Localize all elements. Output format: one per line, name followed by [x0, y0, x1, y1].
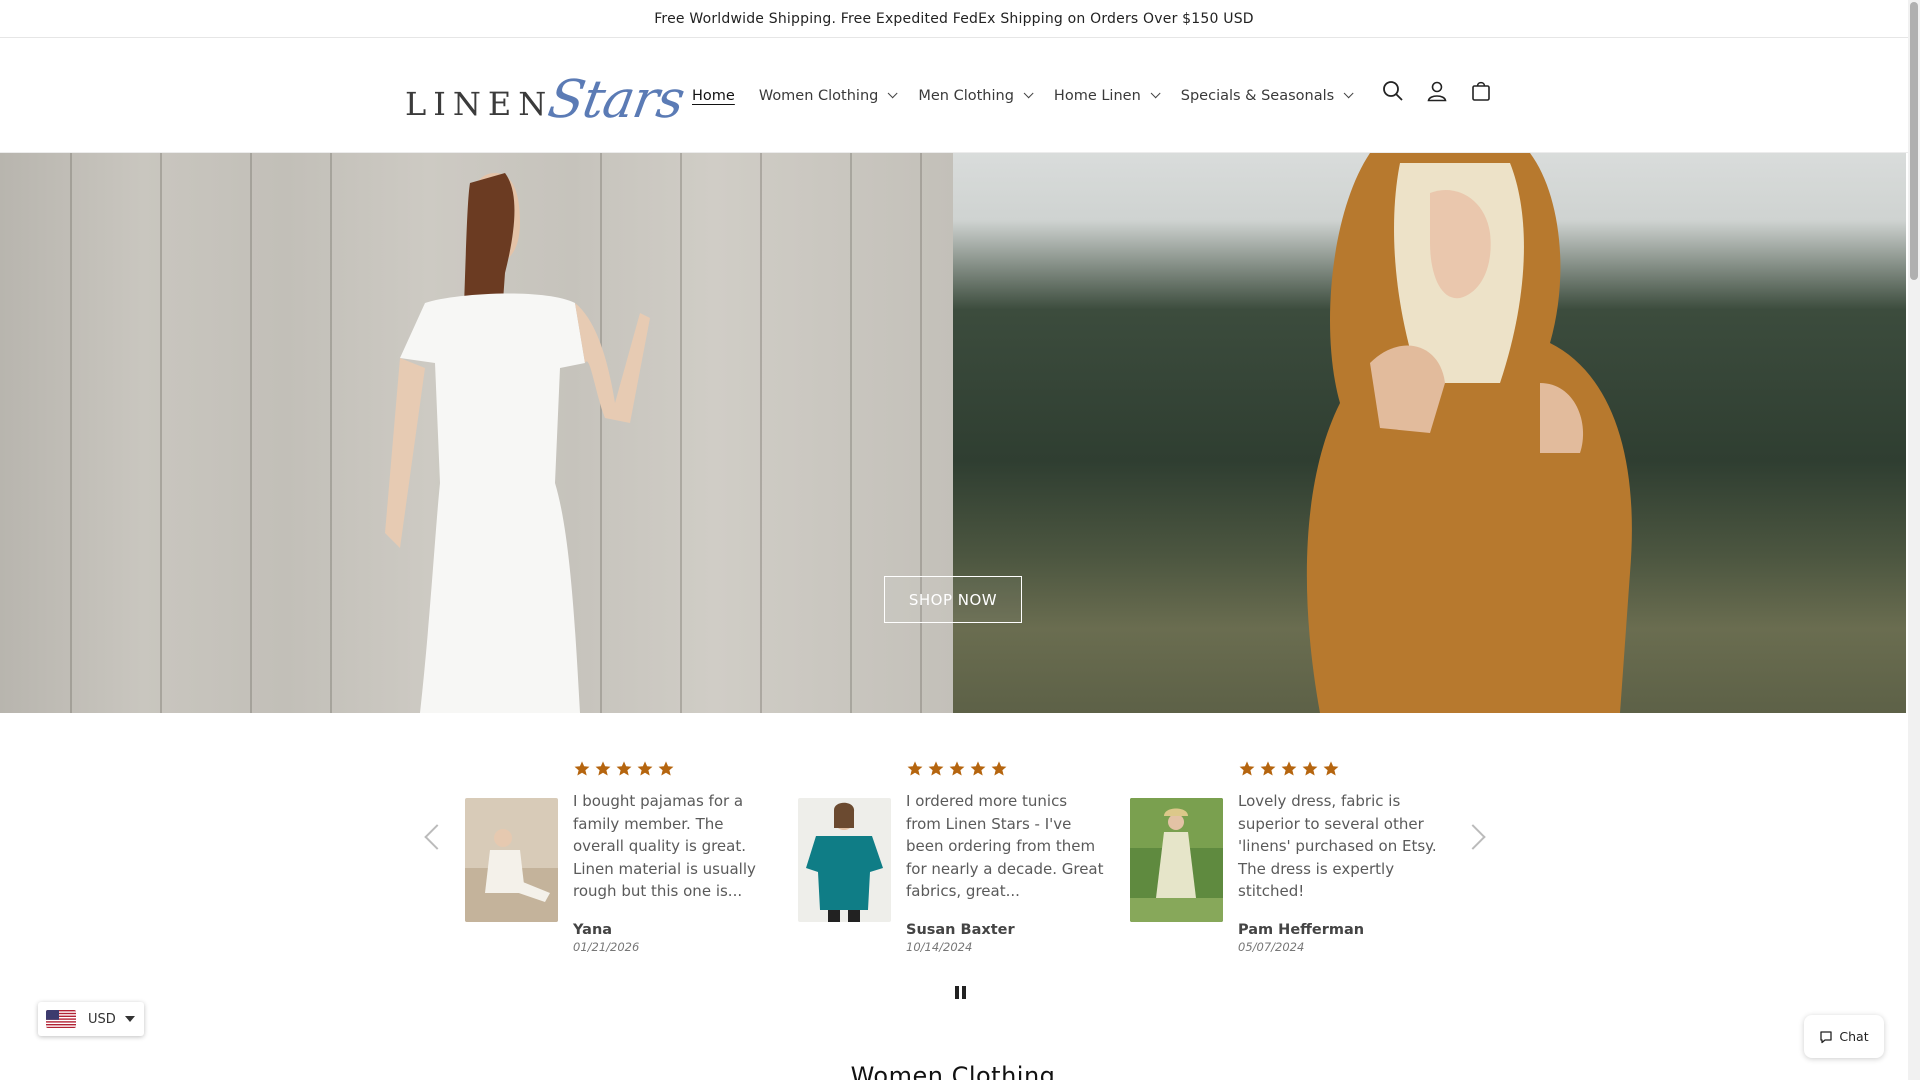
cart-icon[interactable]	[1468, 78, 1494, 104]
logo[interactable]: LINEN Stars	[405, 66, 689, 130]
page-scrollbar[interactable]	[1908, 0, 1920, 1080]
review-card: Lovely dress, fabric is superior to seve…	[1130, 760, 1450, 960]
star-icon	[637, 761, 653, 776]
star-icon	[616, 761, 632, 776]
announcement-text: Free Worldwide Shipping. Free Expedited …	[654, 10, 1254, 27]
carousel-pause-button[interactable]	[955, 986, 967, 1000]
pause-icon-bar	[962, 986, 966, 999]
model-hooded-top-figure	[1306, 153, 1632, 713]
nav-label: Specials & Seasonals	[1180, 87, 1335, 104]
review-card: I ordered more tunics from Linen Stars -…	[798, 760, 1118, 960]
chevron-down-icon	[1150, 88, 1161, 99]
search-icon[interactable]	[1380, 78, 1406, 104]
nav-label: Home Linen	[1053, 87, 1141, 104]
review-date: 10/14/2024	[906, 940, 973, 954]
us-flag-icon	[46, 1010, 76, 1028]
carousel-next-arrow[interactable]	[1460, 824, 1486, 850]
chat-button[interactable]: Chat	[1804, 1015, 1884, 1058]
shop-now-button[interactable]: SHOP NOW	[884, 576, 1022, 623]
star-icon	[658, 761, 674, 776]
star-icon	[1323, 761, 1339, 776]
star-icon	[907, 761, 923, 776]
section-title: Women Clothing	[850, 1062, 1056, 1080]
star-icon	[1260, 761, 1276, 776]
nav-item-home[interactable]: Home	[692, 88, 735, 104]
star-icon	[991, 761, 1007, 776]
chat-label: Chat	[1839, 1029, 1869, 1044]
rating-stars	[573, 760, 675, 777]
review-card: I bought pajamas for a family member. Th…	[465, 760, 785, 960]
review-date: 01/21/2026	[573, 940, 640, 954]
nav-label: Home	[692, 87, 735, 104]
caret-down-icon	[124, 1016, 135, 1022]
star-icon	[928, 761, 944, 776]
star-icon	[595, 761, 611, 776]
star-icon	[1239, 761, 1255, 776]
star-icon	[574, 761, 590, 776]
header-icons	[1380, 78, 1494, 104]
chevron-down-icon	[1343, 88, 1354, 99]
chevron-down-icon	[1023, 88, 1034, 99]
star-icon	[970, 761, 986, 776]
nav-item-specials-seasonals[interactable]: Specials & Seasonals	[1180, 87, 1354, 104]
model-white-dress-figure	[385, 173, 650, 713]
star-icon	[949, 761, 965, 776]
nav-item-women-clothing[interactable]: Women Clothing	[758, 87, 898, 104]
currency-code: USD	[88, 1011, 116, 1027]
site-header: LINEN Stars Home Women Clothing Men Clot…	[0, 38, 1908, 153]
scrollbar-thumb[interactable]	[1910, 2, 1918, 280]
currency-selector[interactable]: USD	[38, 1002, 144, 1036]
pause-icon-bar	[955, 986, 959, 999]
account-icon[interactable]	[1424, 78, 1450, 104]
review-photo[interactable]	[1130, 798, 1223, 922]
chat-bubble-icon	[1820, 1030, 1833, 1043]
rating-stars	[1238, 760, 1340, 777]
nav-label: Men Clothing	[918, 87, 1014, 104]
reviewer-name: Yana	[573, 922, 613, 938]
logo-text-linen: LINEN	[405, 85, 554, 123]
star-icon	[1281, 761, 1297, 776]
review-text: Lovely dress, fabric is superior to seve…	[1238, 792, 1437, 900]
carousel-prev-arrow[interactable]	[424, 824, 450, 850]
review-photo[interactable]	[798, 798, 891, 922]
logo-text-stars: Stars	[543, 70, 689, 130]
chevron-down-icon	[888, 88, 898, 99]
review-text: I bought pajamas for a family member. Th…	[573, 792, 756, 900]
reviewer-name: Susan Baxter	[906, 922, 1015, 938]
rating-stars	[906, 760, 1008, 777]
review-photo[interactable]	[465, 798, 558, 922]
review-text: I ordered more tunics from Linen Stars -…	[906, 792, 1104, 900]
hero-banner[interactable]: SHOP NOW	[0, 153, 1906, 713]
nav-label: Women Clothing	[758, 87, 879, 104]
announcement-bar: Free Worldwide Shipping. Free Expedited …	[0, 0, 1908, 38]
reviewer-name: Pam Hefferman	[1238, 922, 1365, 938]
nav-item-men-clothing[interactable]: Men Clothing	[918, 87, 1034, 104]
nav-item-home-linen[interactable]: Home Linen	[1053, 87, 1161, 104]
star-icon	[1302, 761, 1318, 776]
review-date: 05/07/2024	[1238, 940, 1305, 954]
main-nav: Home Women Clothing Men Clothing Home Li…	[692, 38, 1374, 153]
